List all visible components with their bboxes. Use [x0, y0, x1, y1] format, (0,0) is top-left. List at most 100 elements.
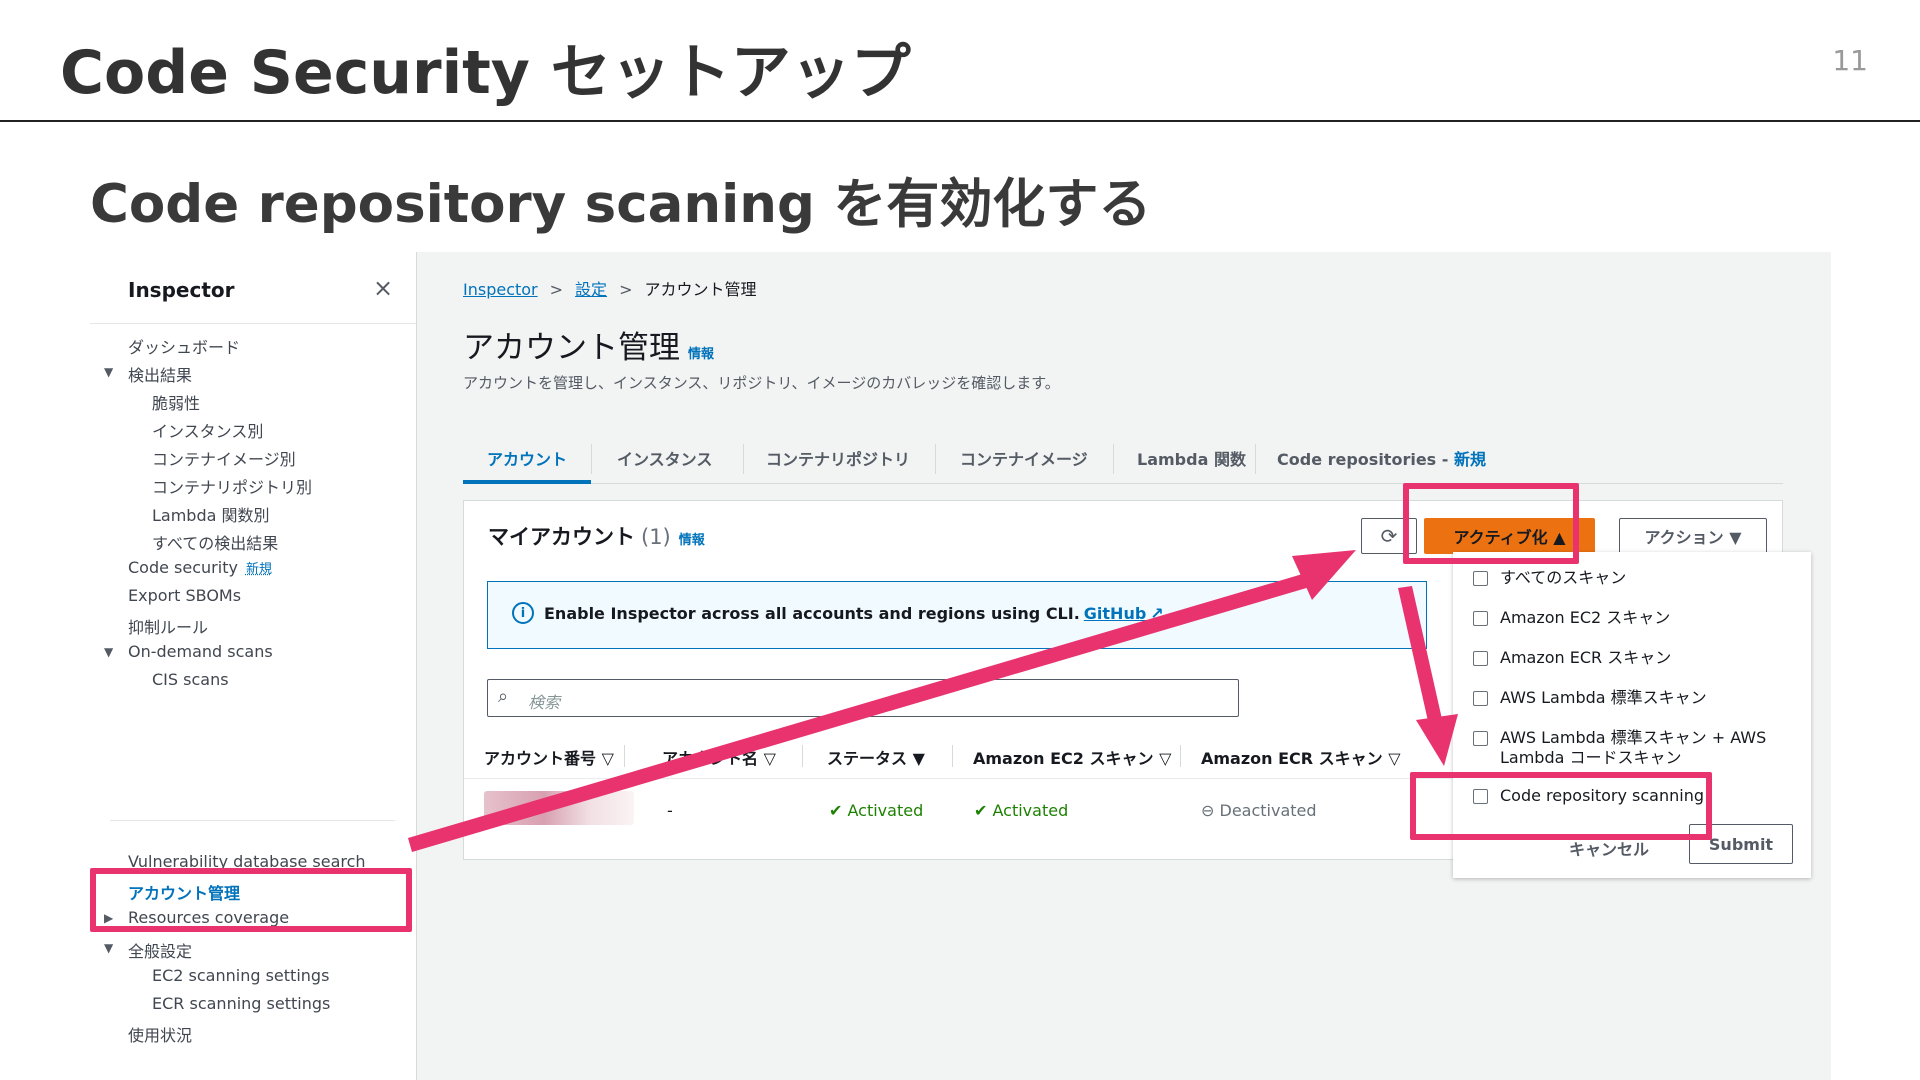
info-circle-icon: i	[512, 602, 534, 624]
search-placeholder: 検索	[528, 693, 561, 712]
status-text: Deactivated	[1219, 801, 1317, 820]
sidebar: Inspector × ダッシュボード ▼ 検出結果 脆弱性 インスタンス別 コ…	[90, 252, 417, 1080]
active-tab-indicator	[463, 480, 591, 484]
sidebar-title: Inspector	[128, 278, 235, 302]
tab-divider	[591, 444, 592, 474]
sidebar-item-label: Code security	[128, 558, 238, 577]
checkbox[interactable]	[1473, 691, 1488, 706]
option-label: Amazon EC2 スキャン	[1500, 608, 1671, 627]
column-ecr-scan[interactable]: Amazon ECR スキャン ▽	[1201, 745, 1401, 769]
option-ec2-scan[interactable]: Amazon EC2 スキャン	[1473, 608, 1670, 628]
redacted-account-id	[484, 791, 634, 825]
refresh-button[interactable]: ⟳	[1361, 518, 1417, 554]
github-link[interactable]: GitHub	[1084, 604, 1147, 623]
sidebar-item-code-security[interactable]: Code security 新規	[128, 558, 272, 577]
search-input[interactable]: ⌕ 検索	[487, 679, 1239, 717]
sidebar-item-vuln-db-search[interactable]: Vulnerability database search	[128, 852, 366, 871]
page-title-text: アカウント管理	[463, 330, 680, 366]
sidebar-item-ecr-scanning-settings[interactable]: ECR scanning settings	[128, 994, 330, 1013]
sidebar-item-by-instance[interactable]: インスタンス別	[128, 418, 263, 442]
column-account-name[interactable]: アカウント名 ▽	[662, 745, 776, 769]
option-label: Code repository scanning	[1500, 786, 1704, 805]
info-alert: i Enable Inspector across all accounts a…	[487, 581, 1427, 649]
cancel-button[interactable]: キャンセル	[1569, 836, 1649, 860]
sidebar-item-usage[interactable]: 使用状況	[128, 1022, 192, 1046]
submit-button[interactable]: Submit	[1689, 824, 1793, 864]
checkbox[interactable]	[1473, 611, 1488, 626]
breadcrumb-settings[interactable]: 設定	[575, 280, 607, 299]
column-ec2-scan[interactable]: Amazon EC2 スキャン ▽	[973, 745, 1171, 769]
chevron-right-icon: >	[619, 280, 633, 299]
breadcrumb: Inspector > 設定 > アカウント管理	[463, 276, 756, 300]
check-circle-icon: ✔	[974, 801, 993, 820]
column-divider	[1180, 745, 1181, 767]
tab-instances[interactable]: インスタンス	[617, 446, 712, 470]
tab-divider	[743, 444, 744, 474]
tab-label: Code repositories -	[1277, 450, 1454, 469]
slide: Code Security セットアップ 11 Code repository …	[0, 0, 1920, 1080]
sidebar-item-export-sboms[interactable]: Export SBOMs	[128, 586, 241, 605]
sidebar-item-by-container-image[interactable]: コンテナイメージ別	[128, 446, 296, 470]
refresh-icon: ⟳	[1380, 524, 1398, 548]
checkbox[interactable]	[1473, 789, 1488, 804]
caret-down-icon[interactable]: ▼	[104, 645, 113, 659]
option-label: AWS Lambda 標準スキャン	[1500, 688, 1707, 707]
tab-container-repositories[interactable]: コンテナリポジトリ	[766, 446, 910, 470]
sidebar-item-dashboard[interactable]: ダッシュボード	[128, 334, 240, 358]
sidebar-item-cis-scans[interactable]: CIS scans	[128, 670, 229, 689]
page-number: 11	[1832, 44, 1868, 77]
new-badge: 新規	[245, 562, 272, 577]
column-status[interactable]: ステータス ▼	[827, 745, 925, 769]
alert-text: Enable Inspector across all accounts and…	[544, 604, 1080, 623]
checkbox[interactable]	[1473, 651, 1488, 666]
sidebar-item-on-demand-scans[interactable]: On-demand scans	[128, 642, 273, 661]
option-lambda-standard[interactable]: AWS Lambda 標準スキャン	[1473, 688, 1707, 708]
panel-title-text: マイアカウント	[488, 525, 635, 549]
tab-container-images[interactable]: コンテナイメージ	[960, 446, 1088, 470]
alert-message: Enable Inspector across all accounts and…	[544, 604, 1164, 623]
close-icon[interactable]: ×	[373, 274, 393, 302]
breadcrumb-inspector[interactable]: Inspector	[463, 280, 538, 299]
account-count: (1)	[641, 525, 671, 549]
slide-subtitle: Code repository scaning を有効化する	[90, 174, 1152, 235]
option-lambda-code[interactable]: AWS Lambda 標準スキャン + AWS Lambda コードスキャン	[1473, 728, 1803, 768]
cell-ecr-status: ⊖ Deactivated	[1201, 801, 1317, 820]
tab-lambda[interactable]: Lambda 関数	[1137, 446, 1246, 470]
sidebar-item-by-container-repo[interactable]: コンテナリポジトリ別	[128, 474, 312, 498]
info-link[interactable]: 情報	[679, 533, 705, 548]
activate-button[interactable]: アクティブ化 ▲	[1424, 518, 1595, 554]
actions-button[interactable]: アクション ▼	[1619, 518, 1767, 554]
status-text: Activated	[992, 801, 1069, 820]
cell-ec2-status: ✔ Activated	[974, 801, 1068, 820]
checkbox[interactable]	[1473, 571, 1488, 586]
sidebar-item-ec2-scanning-settings[interactable]: EC2 scanning settings	[128, 966, 329, 985]
caret-down-icon[interactable]: ▼	[104, 941, 113, 955]
option-ecr-scan[interactable]: Amazon ECR スキャン	[1473, 648, 1671, 668]
column-account-id[interactable]: アカウント番号 ▽	[484, 745, 614, 769]
info-link[interactable]: 情報	[688, 347, 714, 362]
sidebar-item-account-management[interactable]: アカウント管理	[128, 880, 240, 904]
sidebar-item-suppression-rules[interactable]: 抑制ルール	[128, 614, 208, 638]
tab-divider	[935, 444, 936, 474]
option-all-scans[interactable]: すべてのスキャン	[1473, 568, 1626, 588]
checkbox[interactable]	[1473, 731, 1488, 746]
caret-right-icon[interactable]: ▶	[104, 911, 113, 925]
external-link-icon: ↗	[1150, 604, 1164, 623]
sidebar-item-vulnerability[interactable]: 脆弱性	[128, 390, 200, 414]
caret-down-icon[interactable]: ▼	[104, 365, 113, 379]
chevron-right-icon: >	[549, 280, 564, 299]
sidebar-item-all-findings[interactable]: すべての検出結果	[128, 530, 278, 554]
sidebar-item-general-settings[interactable]: 全般設定	[128, 938, 192, 962]
search-icon: ⌕	[498, 686, 509, 707]
sidebar-item-resources-coverage[interactable]: Resources coverage	[128, 908, 289, 927]
sidebar-divider	[90, 323, 416, 324]
page-title: アカウント管理 情報	[463, 322, 714, 367]
tab-bar: アカウント インスタンス コンテナリポジトリ コンテナイメージ Lambda 関…	[463, 428, 1783, 484]
sidebar-item-findings[interactable]: 検出結果	[128, 362, 192, 386]
tab-code-repositories[interactable]: Code repositories - 新規	[1277, 446, 1486, 470]
option-code-repository-scanning[interactable]: Code repository scanning	[1473, 786, 1704, 806]
status-text: Activated	[847, 801, 924, 820]
tab-account[interactable]: アカウント	[487, 446, 567, 470]
main-content: Inspector > 設定 > アカウント管理 アカウント管理 情報 アカウントを管理し…	[417, 252, 1831, 1080]
sidebar-item-by-lambda[interactable]: Lambda 関数別	[128, 502, 270, 526]
